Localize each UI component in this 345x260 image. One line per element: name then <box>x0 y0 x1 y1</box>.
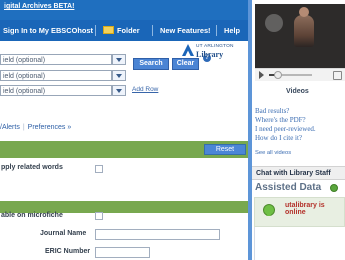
new-features-link[interactable]: New Features! <box>160 26 211 35</box>
volume-icon[interactable] <box>333 71 342 80</box>
chat-body <box>254 227 345 260</box>
nav-separator <box>152 25 153 36</box>
field-select-3[interactable] <box>112 85 126 96</box>
videos-heading: Videos <box>286 88 309 95</box>
chat-icon <box>263 204 275 216</box>
progress-handle[interactable] <box>274 71 282 79</box>
journal-name-label: Journal Name <box>40 230 87 237</box>
eric-number-label: ERIC Number <box>45 248 91 255</box>
assisted-data-header: Assisted Data <box>252 181 345 195</box>
chat-header: Chat with Library Staff <box>252 166 345 180</box>
alerts-link[interactable]: /Alerts <box>0 124 20 131</box>
library-logo: UT ARLINGTON Library <box>182 44 252 70</box>
preferences-link[interactable]: Preferences » <box>28 124 72 131</box>
top-banner: igital Archives BETA! <box>0 0 252 20</box>
apply-related-words-checkbox[interactable] <box>95 165 103 173</box>
logo-line-2: Library <box>196 50 224 59</box>
field-select-2[interactable] <box>112 70 126 81</box>
add-row-link[interactable]: Add Row <box>132 86 158 93</box>
search-button[interactable]: Search <box>133 58 169 70</box>
folder-icon <box>103 26 114 34</box>
beta-link[interactable]: igital Archives BETA! <box>4 3 74 10</box>
assisted-data-title: Assisted Data <box>255 182 322 193</box>
folder-link[interactable]: Folder <box>103 26 140 35</box>
chat-status-box: utalibrary is online <box>254 197 345 227</box>
chat-status-text: utalibrary is online <box>285 202 325 216</box>
nav-separator <box>216 25 217 36</box>
eric-number-input[interactable] <box>95 247 150 258</box>
available-on-microfiche-checkbox[interactable] <box>95 212 103 220</box>
field-select-1[interactable] <box>112 54 126 65</box>
video-controls <box>255 68 345 81</box>
apply-related-words-label: pply related words <box>1 164 63 171</box>
search-field-1[interactable]: ield (optional) <box>0 54 112 65</box>
right-sidebar: Videos Bad results? Where's the PDF? I n… <box>252 0 345 260</box>
links-separator: | <box>22 124 25 131</box>
chat-status-line-2: online <box>285 209 306 216</box>
sign-in-link[interactable]: Sign In to My EBSCOhost <box>3 26 93 35</box>
help-link[interactable]: Help <box>224 26 240 35</box>
video-player[interactable] <box>255 4 345 68</box>
search-field-2[interactable]: ield (optional) <box>0 70 112 81</box>
top-navigation: Sign In to My EBSCOhost Folder New Featu… <box>0 20 252 41</box>
journal-name-input[interactable] <box>95 229 220 240</box>
folder-label: Folder <box>117 26 140 35</box>
reset-button[interactable]: Reset <box>204 144 246 155</box>
logo-line-1: UT ARLINGTON <box>196 44 234 49</box>
chat-status-line-1: utalibrary is <box>285 202 325 209</box>
play-icon[interactable] <box>259 71 264 79</box>
online-status-icon <box>330 184 338 192</box>
alerts-preferences-links: /Alerts | Preferences » <box>0 124 71 131</box>
search-field-3[interactable]: ield (optional) <box>0 85 112 96</box>
ut-arlington-logo-mark <box>182 44 194 56</box>
available-on-microfiche-label: able on microfiche <box>1 212 63 219</box>
nav-separator <box>95 25 96 36</box>
video-presenter <box>294 7 314 47</box>
video-links[interactable]: Bad results? Where's the PDF? I need pee… <box>255 107 316 143</box>
search-panel: igital Archives BETA! Sign In to My EBSC… <box>0 0 252 260</box>
video-light <box>265 14 283 32</box>
see-all-videos-link[interactable]: See all videos <box>255 150 291 156</box>
